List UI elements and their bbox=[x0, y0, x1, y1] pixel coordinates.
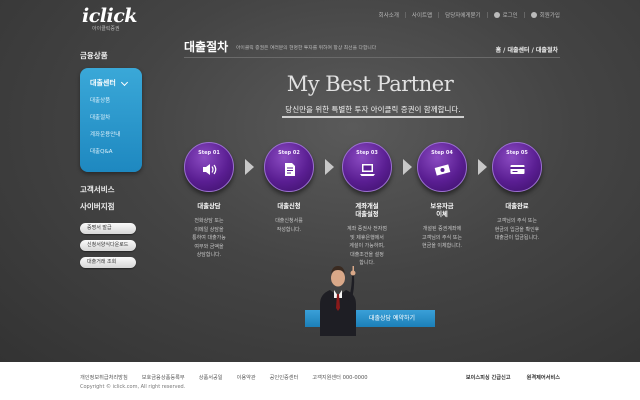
footer-links: 개인정보취급처리방침 보호금융상품등록부 상품서공일 이용약관 공인인증센터 고… bbox=[80, 374, 382, 381]
step-4-desc: 개설된 증권계좌에 고객님의 주식 또는 현금을 이체합니다. bbox=[422, 226, 462, 249]
nav-about[interactable]: 회사소개 bbox=[379, 11, 399, 19]
submenu-title: 대출센터 bbox=[90, 79, 116, 87]
step-5-circle: Step 05 bbox=[492, 142, 542, 192]
submenu-item-products[interactable]: 대출상품 bbox=[90, 96, 142, 104]
step-4-number: Step 04 bbox=[431, 150, 453, 156]
form-download-button[interactable]: 신청서양식다운로드 bbox=[80, 240, 136, 251]
nav-divider bbox=[404, 12, 406, 18]
submenu-header[interactable]: 대출센터 bbox=[90, 78, 142, 88]
top-nav: 회사소개 사이트맵 담당자에게묻기 로그인 회원가입 bbox=[379, 11, 560, 19]
submenu-item-account-guide[interactable]: 계좌운용안내 bbox=[90, 130, 142, 138]
footer-link-cert[interactable]: 공인인증센터 bbox=[270, 374, 299, 381]
businessman-image bbox=[320, 266, 356, 336]
loan-steps: Step 01 대출상담 전화상담 또는 이메일 상담을 통하여 대출가능 여부… bbox=[184, 142, 554, 266]
logo[interactable]: iclick 아이클릭증권 bbox=[82, 7, 142, 33]
remote-support-link[interactable]: 원격제어서비스 bbox=[527, 374, 560, 381]
step-2-number: Step 02 bbox=[278, 150, 300, 156]
nav-login[interactable]: 로그인 bbox=[493, 11, 518, 19]
certificate-button[interactable]: 증명서 발급 bbox=[80, 223, 136, 234]
breadcrumb: 홈 / 대출센터 / 대출절차 bbox=[495, 47, 558, 54]
speaker-icon bbox=[203, 164, 217, 175]
hero-heading: My Best Partner bbox=[280, 72, 460, 96]
step-2-circle: Step 02 bbox=[264, 142, 314, 192]
nav-join-label: 회원가입 bbox=[539, 13, 560, 19]
loan-inquiry-button[interactable]: 대출거래 조회 bbox=[80, 257, 136, 268]
step-3-desc: 계좌 증권사 전자점 및 제휴은행에서 계설이 가능하며, 대출조건을 설정 합… bbox=[347, 226, 387, 266]
sidebar-branch-title[interactable]: 사이버지점 bbox=[80, 201, 115, 212]
step-3: Step 03 계좌개설 대출설정 계좌 증권사 전자점 및 제휴은행에서 계설… bbox=[342, 142, 392, 268]
step-3-number: Step 03 bbox=[356, 150, 378, 156]
laptop-icon bbox=[360, 164, 375, 176]
footer-link-terms[interactable]: 이용약관 bbox=[237, 374, 256, 381]
nav-divider bbox=[486, 12, 488, 18]
nav-divider bbox=[523, 12, 525, 18]
footer: 개인정보취급처리방침 보호금융상품등록부 상품서공일 이용약관 공인인증센터 고… bbox=[0, 362, 640, 400]
step-1-name: 대출상담 bbox=[197, 203, 221, 210]
step-arrow-icon bbox=[403, 159, 412, 175]
step-1-desc: 전화상담 또는 이메일 상담을 통하여 대출가능 여부와 금액을 상담합니다. bbox=[192, 218, 226, 258]
step-5: Step 05 대출완료 고객님의 주식 또는 현금의 입금을 확인후 대출금이… bbox=[492, 142, 542, 243]
footer-link-privacy[interactable]: 개인정보취급처리방침 bbox=[80, 374, 128, 381]
step-4: Step 04 보유자금 이체 개설된 증권계좌에 고객님의 주식 또는 현금을… bbox=[417, 142, 467, 251]
tagline-underline bbox=[282, 116, 464, 118]
step-5-desc: 고객님의 주식 또는 현금의 입금을 확인후 대출금이 입금됩니다. bbox=[494, 218, 540, 241]
footer-support-phone: 고객지원센터 000-0000 bbox=[312, 375, 368, 381]
step-4-circle: Step 04 bbox=[417, 142, 467, 192]
chevron-down-icon bbox=[120, 78, 128, 86]
step-2: Step 02 대출신청 대출신청서를 작성합니다. bbox=[264, 142, 314, 234]
step-2-desc: 대출신청서를 작성합니다. bbox=[275, 218, 303, 233]
document-icon bbox=[285, 163, 295, 176]
step-4-name: 보유자금 이체 bbox=[430, 203, 454, 218]
logo-text: iclick bbox=[82, 5, 137, 27]
user-icon bbox=[530, 12, 537, 18]
step-arrow-icon bbox=[325, 159, 334, 175]
step-1-circle: Step 01 bbox=[184, 142, 234, 192]
step-1: Step 01 대출상담 전화상담 또는 이메일 상담을 통하여 대출가능 여부… bbox=[184, 142, 234, 260]
submenu-item-procedure[interactable]: 대출절차 bbox=[90, 113, 142, 121]
sidebar-customer-title[interactable]: 고객서비스 bbox=[80, 184, 115, 195]
step-1-number: Step 01 bbox=[198, 150, 220, 156]
card-icon bbox=[510, 165, 525, 174]
submenu-item-qna[interactable]: 대출Q&A bbox=[90, 147, 142, 155]
nav-contact[interactable]: 담당자에게묻기 bbox=[445, 11, 480, 19]
footer-right-links: 보이스피싱 긴급신고 원격제어서비스 bbox=[450, 374, 560, 381]
hero-part2: Partner bbox=[376, 72, 454, 96]
nav-join[interactable]: 회원가입 bbox=[530, 11, 560, 19]
nav-divider bbox=[438, 12, 440, 18]
footer-link-registry[interactable]: 보호금융상품등록부 bbox=[142, 374, 185, 381]
hero-part1: My Best bbox=[286, 72, 371, 96]
step-arrow-icon bbox=[478, 159, 487, 175]
footer-link-product-notice[interactable]: 상품서공일 bbox=[199, 374, 223, 381]
money-icon bbox=[434, 164, 451, 176]
voice-phishing-report-link[interactable]: 보이스피싱 긴급신고 bbox=[466, 374, 511, 381]
sidebar-category-title[interactable]: 금융상품 bbox=[80, 50, 108, 61]
nav-login-label: 로그인 bbox=[502, 13, 518, 19]
page-description: 아이클릭 증권은 여러분의 현명한 투자를 위하여 항상 최선을 다합니다 bbox=[236, 46, 377, 51]
step-arrow-icon bbox=[245, 159, 254, 175]
step-2-name: 대출신청 bbox=[277, 203, 301, 210]
title-divider bbox=[184, 57, 560, 58]
step-5-name: 대출완료 bbox=[505, 203, 529, 210]
lock-icon bbox=[493, 12, 500, 18]
page-title: 대출절차 bbox=[184, 40, 229, 54]
step-5-number: Step 05 bbox=[506, 150, 528, 156]
step-3-name: 계좌개설 대출설정 bbox=[355, 203, 379, 218]
nav-sitemap[interactable]: 사이트맵 bbox=[412, 11, 432, 19]
tagline: 당신만을 위한 특별한 투자 아이클릭 증권이 함께합니다. bbox=[285, 105, 461, 114]
submenu-panel: 대출센터 대출상품 대출절차 계좌운용안내 대출Q&A bbox=[80, 68, 142, 172]
copyright: Copyright © iclick.com, All right reserv… bbox=[80, 384, 186, 390]
page-stage: iclick 아이클릭증권 회사소개 사이트맵 담당자에게묻기 로그인 회원가입… bbox=[0, 0, 640, 362]
step-3-circle: Step 03 bbox=[342, 142, 392, 192]
